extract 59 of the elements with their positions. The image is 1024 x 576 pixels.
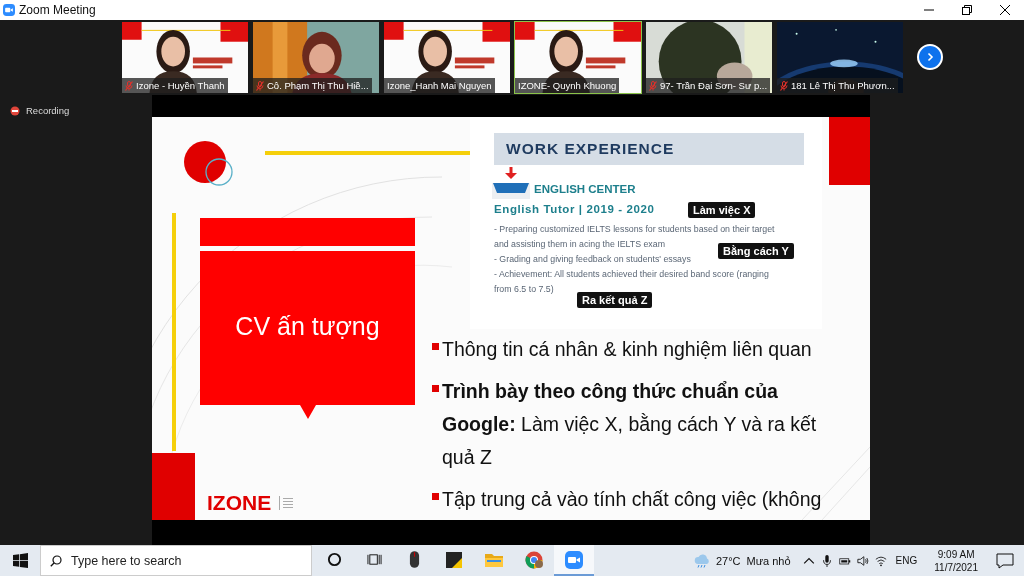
wifi-icon[interactable] — [874, 554, 887, 567]
duty-line: - Grading and giving feedback on students' essays — [494, 253, 691, 266]
search-field[interactable]: Type here to search — [40, 545, 312, 576]
bullet-text: Trình bày theo công thức chuẩn của Google: Làm việc X, bằng cách Y và ra kết quả Z — [442, 379, 818, 470]
bullet-icon — [432, 343, 439, 350]
cloud-rain-icon — [693, 553, 710, 568]
restore-icon — [962, 5, 972, 15]
participant-name: Izone - Huyền Thanh — [122, 78, 228, 93]
section-heading: WORK EXPERIENCE — [494, 133, 804, 165]
sticky-note-icon — [446, 551, 462, 568]
participant-name: 97- Trần Đại Sơn- Sư p... — [646, 78, 771, 93]
close-icon — [1000, 5, 1010, 15]
microphone-icon[interactable] — [820, 554, 833, 567]
bullet-icon — [432, 493, 439, 500]
zoom-logo-icon — [3, 4, 15, 16]
video-camera-icon — [565, 550, 583, 569]
duty-line: - Preparing customized IELTS lessons for students based on their target — [494, 223, 775, 236]
video-tile[interactable]: 181 Lê Thị Thu Phươn... — [776, 21, 904, 94]
logo-text: IZONE — [207, 491, 272, 515]
circle-icon — [326, 552, 342, 567]
duty-line: from 6.5 to 7.5) — [494, 283, 554, 296]
caption-label: Bằng cách Y — [718, 243, 794, 259]
bullet-text: Tập trung cả vào tính chất công việc (không — [442, 487, 822, 512]
folder-icon — [485, 552, 503, 567]
inbox-tray-icon — [492, 167, 530, 199]
video-tile[interactable]: IZONE- Quynh Khuong — [514, 21, 642, 94]
participant-name: 181 Lê Thị Thu Phươn... — [777, 78, 898, 93]
input-language[interactable]: ENG — [895, 555, 918, 566]
task-view-icon — [366, 552, 382, 567]
recording-indicator: Recording — [10, 105, 70, 116]
participant-name: Cô. Phạm Thị Thu Hiề... — [253, 78, 372, 93]
video-tile[interactable]: Izone - Huyền Thanh — [121, 21, 249, 94]
windows-logo-icon — [12, 553, 28, 568]
video-tile[interactable]: Izone_Hanh Mai Nguyen — [383, 21, 511, 94]
bullet-text: Thông tin cá nhân & kinh nghiệm liên quan — [442, 337, 812, 362]
search-icon — [50, 555, 62, 567]
weather-widget[interactable]: 27°C Mưa nhỏ — [693, 553, 791, 568]
window-title: Zoom Meeting — [19, 3, 96, 17]
clock[interactable]: 9:09 AM 11/7/2021 — [934, 547, 978, 574]
next-page-button[interactable] — [917, 44, 943, 70]
browser-icon — [525, 550, 543, 569]
chevron-right-icon — [925, 52, 935, 62]
mouse-icon — [408, 550, 420, 569]
caption-label: Ra kết quả Z — [577, 292, 653, 308]
job-title: English Tutor | 2019 - 2020 — [494, 203, 655, 215]
video-tile[interactable]: 97- Trần Đại Sơn- Sư p... — [645, 21, 773, 94]
speaker-icon[interactable] — [856, 554, 869, 567]
video-tile[interactable]: Cô. Phạm Thị Thu Hiề... — [252, 21, 380, 94]
participant-name: IZONE- Quynh Khuong — [515, 78, 620, 93]
notification-icon[interactable] — [996, 552, 1014, 569]
duty-line: and assisting them in acing the IELTS exam — [494, 238, 665, 251]
weather-text: Mưa nhỏ — [746, 554, 791, 567]
participant-name: Izone_Hanh Mai Nguyen — [384, 78, 495, 93]
slide-title: CV ấn tượng — [234, 312, 381, 341]
duty-line: - Achievement: All students achieved their desired band score (ranging — [494, 268, 769, 281]
caption-label: Làm việc X — [688, 202, 756, 218]
bullet-icon — [432, 385, 439, 392]
temperature-text: 27°C — [715, 554, 741, 567]
company-name: ENGLISH CENTER — [534, 183, 636, 195]
